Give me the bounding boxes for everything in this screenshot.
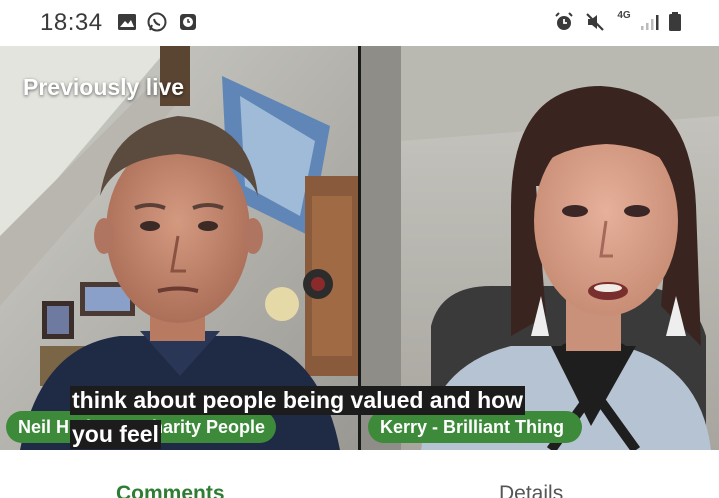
mute-icon [586,13,604,31]
tab-bar: Comments Details [0,450,719,498]
signal-icon [641,15,659,30]
video-player[interactable]: Previously live Neil Charity People Kerr… [0,46,719,450]
tab-details[interactable]: Details [499,482,563,498]
caption-line-1: think about people being valued and how [70,386,526,415]
battery-icon [669,12,681,31]
status-time: 18:34 [40,9,103,36]
alarm-icon [555,12,573,30]
status-bar: 18:34 4G [0,0,719,46]
tab-comments[interactable]: Comments [116,482,225,498]
caption-line-2: you feel [70,420,161,449]
whatsapp-icon [147,12,167,32]
participant-name-tag-right: Kerry - Brilliant Thing [368,411,582,443]
live-status-label: Previously live [23,74,185,100]
clock-app-icon [180,14,196,30]
network-type: 4G [617,10,631,21]
image-icon [118,14,136,30]
